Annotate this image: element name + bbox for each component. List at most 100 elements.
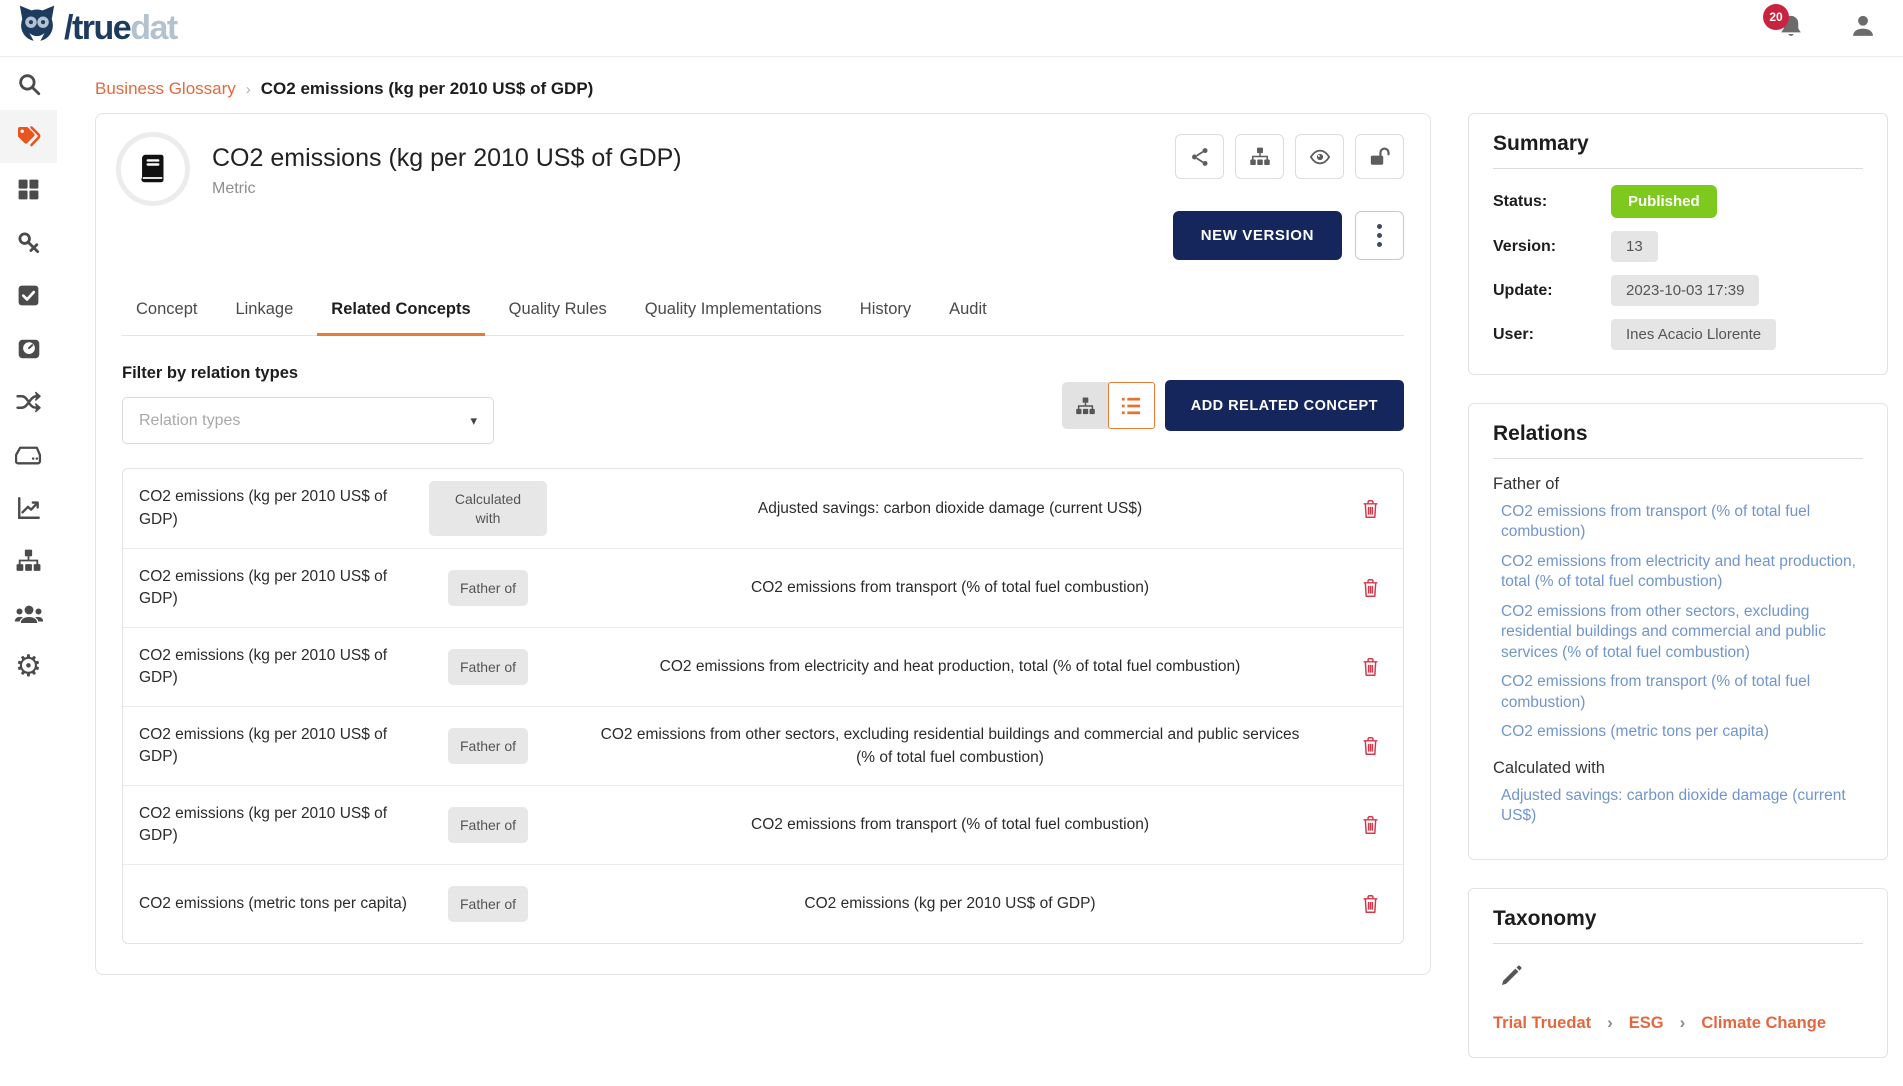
- tab-audit[interactable]: Audit: [935, 290, 1001, 335]
- lineage-button[interactable]: [1235, 134, 1284, 179]
- breadcrumb-business-glossary[interactable]: Business Glossary: [95, 79, 236, 99]
- table-row: CO2 emissions (kg per 2010 US$ of GDP) C…: [123, 469, 1403, 548]
- taxonomy-link-subdomain[interactable]: ESG: [1629, 1014, 1664, 1033]
- sidebar-item-dashboards[interactable]: [0, 163, 57, 216]
- status-badge: Published: [1611, 185, 1717, 218]
- tags-icon: [15, 124, 43, 150]
- concept-card: CO2 emissions (kg per 2010 US$ of GDP) M…: [95, 113, 1431, 975]
- dashboard-grid-icon: [16, 177, 41, 202]
- update-value: 2023-10-03 17:39: [1611, 275, 1759, 306]
- tree-view-toggle[interactable]: [1062, 382, 1109, 429]
- sidebar-item-permissions[interactable]: [0, 216, 57, 269]
- relation-type-badge: Father of: [448, 728, 528, 764]
- add-related-concept-button[interactable]: ADD RELATED CONCEPT: [1165, 380, 1404, 431]
- sidebar-item-data-sources[interactable]: [0, 428, 57, 481]
- status-label: Status:: [1493, 193, 1611, 211]
- relation-target: CO2 emissions from other sectors, exclud…: [563, 723, 1337, 770]
- relation-target: CO2 emissions from transport (% of total…: [563, 813, 1337, 836]
- sidebar-item-users[interactable]: [0, 587, 57, 640]
- edit-taxonomy-button[interactable]: [1499, 964, 1525, 993]
- user-menu-button[interactable]: [1849, 12, 1877, 45]
- user-icon: [1849, 12, 1877, 40]
- chevron-down-icon: ▾: [470, 413, 477, 429]
- watch-button[interactable]: [1295, 134, 1344, 179]
- notifications-button[interactable]: 20: [1777, 12, 1807, 44]
- list-view-toggle[interactable]: [1108, 382, 1155, 429]
- tab-quality-implementations[interactable]: Quality Implementations: [631, 290, 836, 335]
- confidentiality-button[interactable]: [1355, 134, 1404, 179]
- tab-quality-rules[interactable]: Quality Rules: [495, 290, 621, 335]
- delete-relation-button[interactable]: [1337, 735, 1403, 757]
- sitemap-icon: [1075, 396, 1096, 416]
- data-drive-icon: [15, 443, 42, 467]
- delete-relation-button[interactable]: [1337, 498, 1403, 520]
- relation-types-select[interactable]: Relation types ▾: [122, 397, 494, 444]
- relation-source: CO2 emissions (kg per 2010 US$ of GDP): [123, 724, 413, 769]
- taxonomy-link-leaf[interactable]: Climate Change: [1701, 1014, 1826, 1033]
- sidebar-item-search[interactable]: [0, 57, 57, 110]
- owl-logo-icon: [14, 5, 60, 52]
- relation-link[interactable]: CO2 emissions from electricity and heat …: [1493, 552, 1863, 593]
- relation-link[interactable]: CO2 emissions (metric tons per capita): [1493, 722, 1863, 742]
- breadcrumb-current: CO2 emissions (kg per 2010 US$ of GDP): [261, 79, 594, 99]
- summary-panel: Summary Status: Published Version: 13 Up…: [1468, 113, 1888, 375]
- sidebar-item-analytics[interactable]: [0, 481, 57, 534]
- sidebar-item-settings[interactable]: ⚙: [0, 640, 57, 693]
- relation-type-badge: Father of: [448, 570, 528, 606]
- top-header: /truedat 20: [0, 0, 1903, 57]
- concept-type-avatar: [116, 132, 190, 206]
- relation-type-badge: Father of: [448, 886, 528, 922]
- summary-title: Summary: [1493, 132, 1863, 169]
- taxonomy-panel: Taxonomy Trial Truedat › ESG › Climate C…: [1468, 888, 1888, 1058]
- page-title: CO2 emissions (kg per 2010 US$ of GDP): [212, 144, 682, 173]
- relation-source: CO2 emissions (kg per 2010 US$ of GDP): [123, 645, 413, 690]
- relation-target: Adjusted savings: carbon dioxide damage …: [563, 497, 1337, 520]
- user-label: User:: [1493, 326, 1611, 344]
- trash-icon: [1361, 735, 1380, 757]
- taxonomy-link-domain[interactable]: Trial Truedat: [1493, 1014, 1591, 1033]
- delete-relation-button[interactable]: [1337, 656, 1403, 678]
- pencil-icon: [1499, 964, 1523, 988]
- share-button[interactable]: [1175, 134, 1224, 179]
- relation-type-badge: Father of: [448, 649, 528, 685]
- relation-target: CO2 emissions from electricity and heat …: [563, 655, 1337, 678]
- relation-type-badge: Calculated with: [429, 481, 547, 535]
- trash-icon: [1361, 893, 1380, 915]
- delete-relation-button[interactable]: [1337, 577, 1403, 599]
- user-value: Ines Acacio Llorente: [1611, 319, 1776, 350]
- new-version-button[interactable]: NEW VERSION: [1173, 211, 1342, 260]
- sidebar-item-glossary[interactable]: [0, 110, 57, 163]
- tab-concept[interactable]: Concept: [122, 290, 211, 335]
- sidebar-item-lineage[interactable]: [0, 375, 57, 428]
- sidebar-item-quality[interactable]: [0, 269, 57, 322]
- trash-icon: [1361, 498, 1380, 520]
- relation-link[interactable]: CO2 emissions from other sectors, exclud…: [1493, 602, 1863, 663]
- kebab-icon: [1377, 224, 1382, 229]
- relation-group-name: Calculated with: [1493, 759, 1863, 778]
- update-label: Update:: [1493, 282, 1611, 300]
- table-row: CO2 emissions (kg per 2010 US$ of GDP) F…: [123, 548, 1403, 627]
- trash-icon: [1361, 577, 1380, 599]
- sidebar-item-metrics[interactable]: [0, 322, 57, 375]
- concept-tabs: Concept Linkage Related Concepts Quality…: [122, 290, 1404, 336]
- relation-link[interactable]: CO2 emissions from transport (% of total…: [1493, 502, 1863, 543]
- taxonomy-title: Taxonomy: [1493, 907, 1863, 944]
- delete-relation-button[interactable]: [1337, 893, 1403, 915]
- tab-history[interactable]: History: [846, 290, 925, 335]
- relation-link[interactable]: Adjusted savings: carbon dioxide damage …: [1493, 786, 1863, 827]
- relation-source: CO2 emissions (kg per 2010 US$ of GDP): [123, 803, 413, 848]
- tab-related-concepts[interactable]: Related Concepts: [317, 290, 484, 336]
- truedat-logo[interactable]: /truedat: [0, 5, 177, 52]
- taxonomy-path: Trial Truedat › ESG › Climate Change: [1493, 1013, 1863, 1033]
- logo-text: /truedat: [64, 11, 177, 45]
- tab-linkage[interactable]: Linkage: [221, 290, 307, 335]
- delete-relation-button[interactable]: [1337, 814, 1403, 836]
- relation-source: CO2 emissions (metric tons per capita): [123, 893, 413, 915]
- more-actions-button[interactable]: [1355, 211, 1404, 260]
- chart-line-icon: [16, 495, 42, 521]
- relation-target: CO2 emissions from transport (% of total…: [563, 576, 1337, 599]
- sidebar-item-structures[interactable]: [0, 534, 57, 587]
- version-value: 13: [1611, 231, 1658, 262]
- relation-source: CO2 emissions (kg per 2010 US$ of GDP): [123, 566, 413, 611]
- relation-link[interactable]: CO2 emissions from transport (% of total…: [1493, 672, 1863, 713]
